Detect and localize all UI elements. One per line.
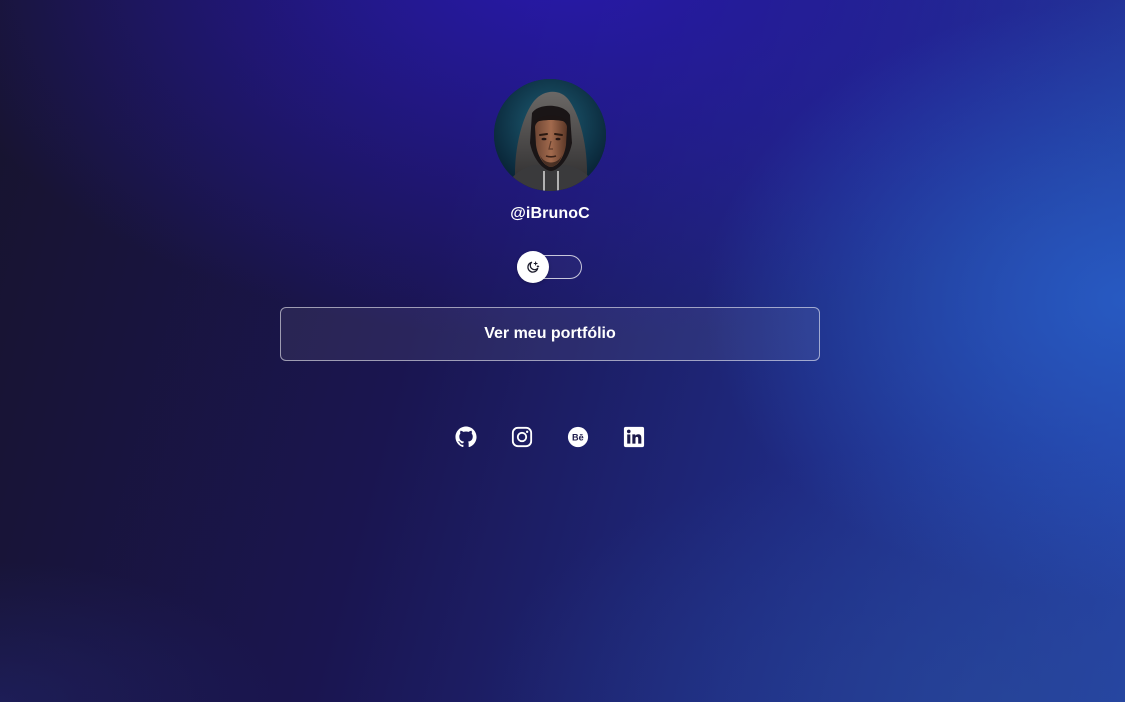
github-icon [455, 426, 477, 448]
linkedin-link[interactable] [622, 425, 646, 449]
portfolio-button[interactable]: Ver meu portfólio [280, 307, 820, 361]
avatar-photo [494, 79, 606, 191]
username: @iBrunoC [510, 205, 590, 222]
toggle-knob[interactable] [517, 251, 549, 283]
behance-icon: Bē [567, 426, 589, 448]
moon-stars-icon [527, 261, 540, 273]
profile-card: @iBrunoC Ver meu portfólio Bē [0, 0, 1125, 702]
social-links: Bē [454, 425, 646, 449]
theme-toggle[interactable] [517, 251, 582, 283]
behance-link[interactable]: Bē [566, 425, 590, 449]
svg-text:Bē: Bē [572, 432, 584, 442]
github-link[interactable] [454, 425, 478, 449]
instagram-icon [511, 426, 533, 448]
portfolio-button-label: Ver meu portfólio [484, 325, 616, 342]
instagram-link[interactable] [510, 425, 534, 449]
avatar [494, 79, 606, 191]
linkedin-icon [623, 426, 645, 448]
